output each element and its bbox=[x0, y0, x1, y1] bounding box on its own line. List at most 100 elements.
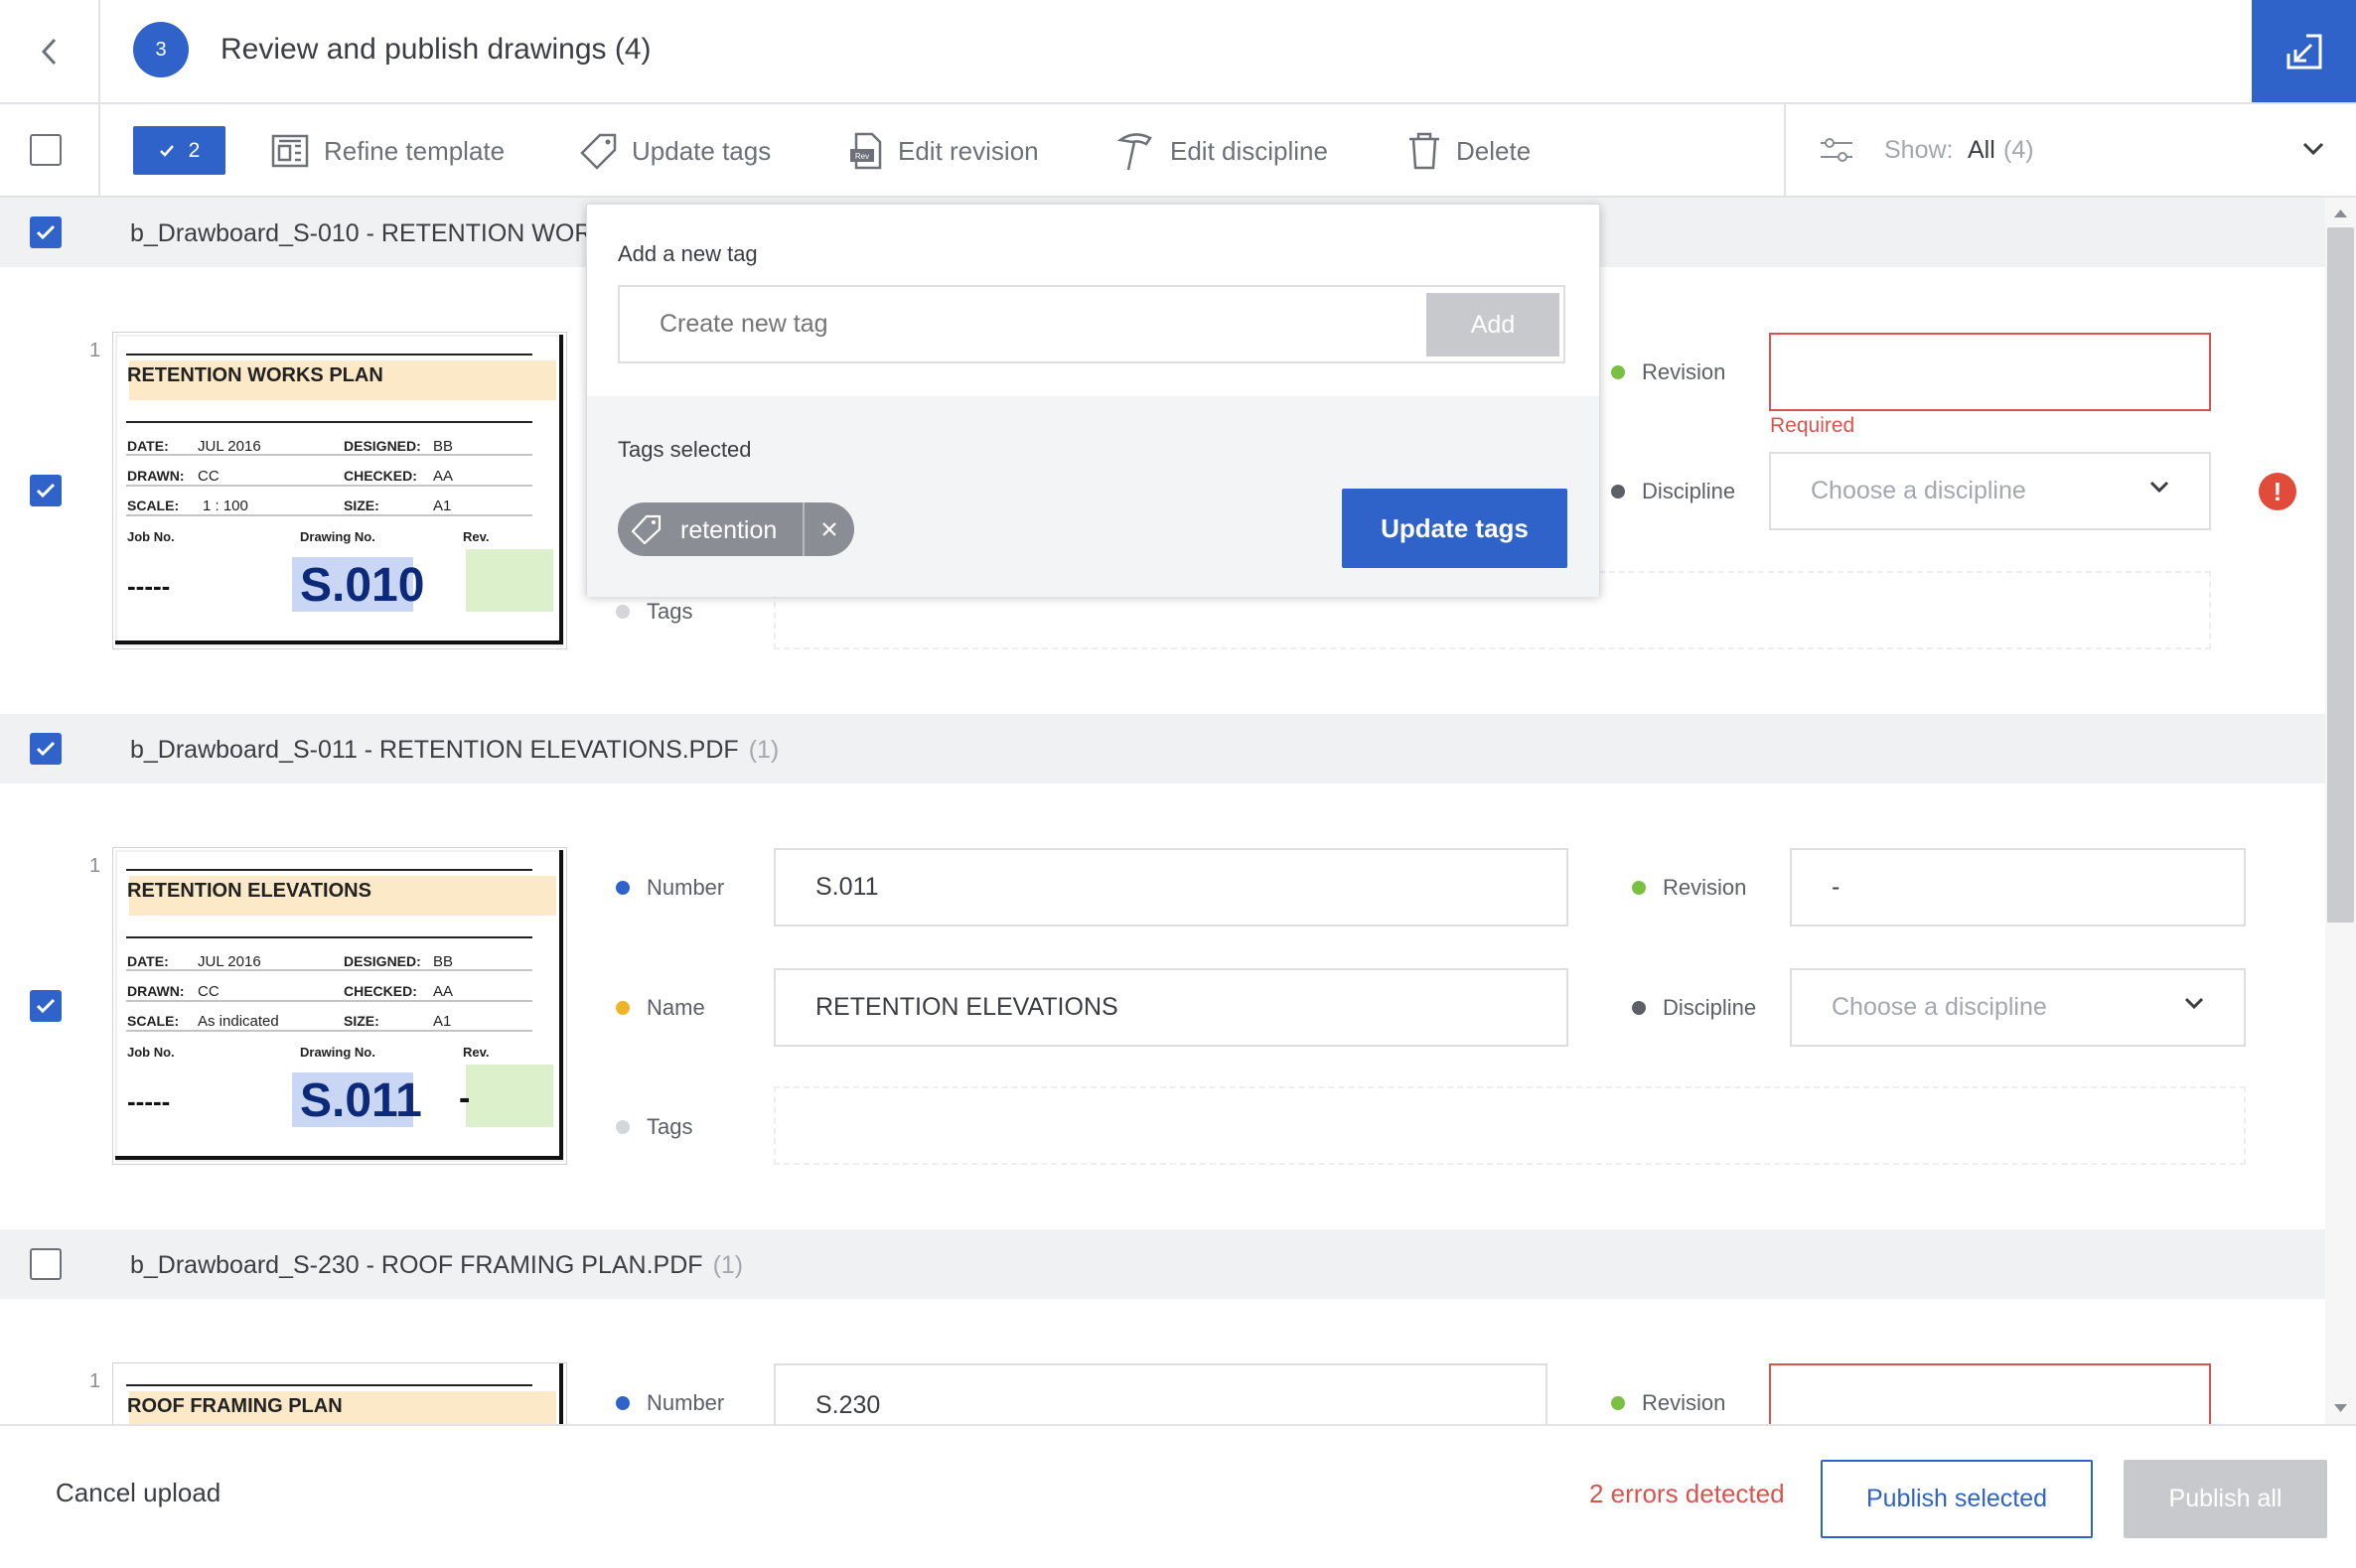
page-index: 1 bbox=[89, 855, 101, 877]
check-icon bbox=[36, 998, 56, 1014]
check-icon bbox=[36, 483, 56, 499]
discipline-select[interactable]: Choose a discipline bbox=[1769, 452, 2211, 530]
show-label: Show: bbox=[1884, 136, 1954, 164]
thumb-title: ROOF FRAMING PLAN bbox=[127, 1395, 343, 1417]
file-checkbox[interactable] bbox=[30, 216, 62, 248]
page-title: Review and publish drawings (4) bbox=[221, 33, 652, 66]
name-input[interactable]: RETENTION ELEVATIONS bbox=[774, 968, 1568, 1047]
scrollbar[interactable] bbox=[2325, 198, 2356, 1424]
thumb-scale-label: SCALE: bbox=[127, 498, 180, 513]
thumb-title: RETENTION WORKS PLAN bbox=[127, 364, 383, 386]
drawing-thumbnail[interactable]: RETENTION WORKS PLAN DATE: JUL 2016 DESI… bbox=[113, 333, 566, 648]
revision-label: Revision bbox=[1642, 359, 1726, 384]
thumb-rev: - bbox=[459, 1079, 471, 1117]
expand-icon bbox=[2286, 34, 2321, 69]
thumb-rev-label: Rev. bbox=[463, 529, 490, 544]
chevron-down-icon bbox=[2302, 142, 2324, 156]
thumb-checked-label: CHECKED: bbox=[344, 468, 417, 484]
file-name: b_Drawboard_S-010 - RETENTION WOR bbox=[130, 219, 593, 247]
scroll-up-icon bbox=[2334, 210, 2347, 217]
file-name-text: b_Drawboard_S-011 - RETENTION ELEVATIONS… bbox=[130, 736, 739, 764]
cancel-upload-button[interactable]: Cancel upload bbox=[56, 1478, 221, 1508]
discipline-dot bbox=[1632, 1001, 1646, 1015]
revision-input[interactable] bbox=[1769, 333, 2211, 411]
thumb-date-label: DATE: bbox=[127, 953, 169, 969]
file-checkbox[interactable] bbox=[30, 733, 62, 765]
revision-input[interactable]: - bbox=[1790, 848, 2246, 927]
tag-icon bbox=[632, 514, 662, 544]
thumb-job-label: Job No. bbox=[127, 529, 175, 544]
revision-label: Revision bbox=[1642, 1390, 1726, 1415]
add-tag-button[interactable]: Add bbox=[1426, 293, 1559, 356]
back-button[interactable] bbox=[0, 0, 100, 102]
number-dot bbox=[616, 1396, 630, 1410]
check-icon bbox=[159, 144, 174, 157]
thumb-job-label: Job No. bbox=[127, 1045, 175, 1060]
tags-field[interactable] bbox=[774, 1086, 2246, 1165]
edit-revision-button[interactable]: Rev Edit revision bbox=[848, 126, 1039, 176]
edit-discipline-button[interactable]: Edit discipline bbox=[1116, 126, 1328, 176]
thumb-date-label: DATE: bbox=[127, 438, 169, 454]
file-checkbox[interactable] bbox=[30, 1248, 62, 1280]
select-all-checkbox[interactable] bbox=[30, 134, 62, 166]
drawing-thumbnail[interactable]: RETENTION ELEVATIONS DATE: JUL 2016 DESI… bbox=[113, 848, 566, 1164]
tags-dot bbox=[616, 1120, 630, 1134]
show-filter[interactable]: Show: All (4) bbox=[1784, 104, 2356, 196]
thumb-size-label: SIZE: bbox=[344, 1013, 379, 1029]
revision-value: - bbox=[1832, 873, 1841, 901]
update-tags-label: Update tags bbox=[632, 135, 772, 166]
tag-chip: retention bbox=[618, 502, 854, 556]
number-dot bbox=[616, 881, 630, 895]
revision-input[interactable] bbox=[1769, 1363, 2211, 1424]
discipline-dot bbox=[1611, 485, 1625, 499]
name-label: Name bbox=[647, 995, 705, 1020]
select-all-cell bbox=[0, 104, 100, 196]
show-value: All bbox=[1968, 136, 1995, 164]
drawing-thumbnail[interactable]: ROOF FRAMING PLAN bbox=[113, 1363, 566, 1424]
page-checkbox[interactable] bbox=[30, 475, 62, 506]
chevron-down-icon bbox=[2149, 481, 2169, 494]
thumb-scale: As indicated bbox=[198, 1013, 279, 1030]
delete-label: Delete bbox=[1456, 135, 1532, 166]
thumb-rev-label: Rev. bbox=[463, 1045, 490, 1060]
new-tag-input[interactable] bbox=[620, 287, 1414, 361]
selected-count-badge[interactable]: 2 bbox=[133, 126, 225, 175]
thumb-designed-label: DESIGNED: bbox=[344, 953, 421, 969]
remove-tag-button[interactable] bbox=[805, 502, 854, 556]
delete-button[interactable]: Delete bbox=[1406, 126, 1531, 176]
thumb-date: JUL 2016 bbox=[198, 953, 261, 970]
thumb-date: JUL 2016 bbox=[198, 438, 261, 455]
scroll-thumb[interactable] bbox=[2327, 227, 2354, 923]
file-row: b_Drawboard_S-011 - RETENTION ELEVATIONS… bbox=[0, 714, 2325, 784]
publish-all-button[interactable]: Publish all bbox=[2124, 1460, 2327, 1538]
discipline-label: Discipline bbox=[1663, 995, 1757, 1020]
thumb-checked: AA bbox=[433, 468, 454, 485]
thumb-drawing-no: S.010 bbox=[300, 559, 425, 612]
scroll-down-icon bbox=[2334, 1404, 2347, 1412]
file-name: b_Drawboard_S-011 - RETENTION ELEVATIONS… bbox=[130, 736, 779, 765]
error-count: 2 errors detected bbox=[1589, 1479, 1785, 1508]
discipline-select[interactable]: Choose a discipline bbox=[1790, 968, 2246, 1047]
tags-dot bbox=[616, 605, 630, 619]
filter-sliders-icon bbox=[1821, 138, 1852, 162]
step-badge: 3 bbox=[133, 22, 189, 77]
expand-button[interactable] bbox=[2252, 0, 2356, 102]
check-icon bbox=[36, 224, 56, 240]
thumb-size: A1 bbox=[433, 498, 452, 514]
page-checkbox[interactable] bbox=[30, 990, 62, 1022]
new-tag-field: Add bbox=[618, 285, 1565, 363]
number-input[interactable]: S.230 bbox=[774, 1363, 1547, 1424]
thumb-size: A1 bbox=[433, 1013, 452, 1030]
update-tags-button[interactable]: Update tags bbox=[580, 126, 771, 176]
refine-template-button[interactable]: Refine template bbox=[270, 126, 505, 176]
svg-text:Rev: Rev bbox=[855, 152, 869, 161]
thumb-drawn-label: DRAWN: bbox=[127, 983, 185, 999]
file-count: (1) bbox=[712, 1251, 744, 1279]
number-input[interactable]: S.011 bbox=[774, 848, 1568, 927]
hammer-icon bbox=[1116, 133, 1152, 171]
tags-selected-title: Tags selected bbox=[618, 437, 752, 462]
number-label: Number bbox=[647, 1390, 725, 1415]
thumb-checked-label: CHECKED: bbox=[344, 983, 417, 999]
publish-selected-button[interactable]: Publish selected bbox=[1821, 1460, 2093, 1538]
update-tags-submit-button[interactable]: Update tags bbox=[1342, 489, 1567, 568]
